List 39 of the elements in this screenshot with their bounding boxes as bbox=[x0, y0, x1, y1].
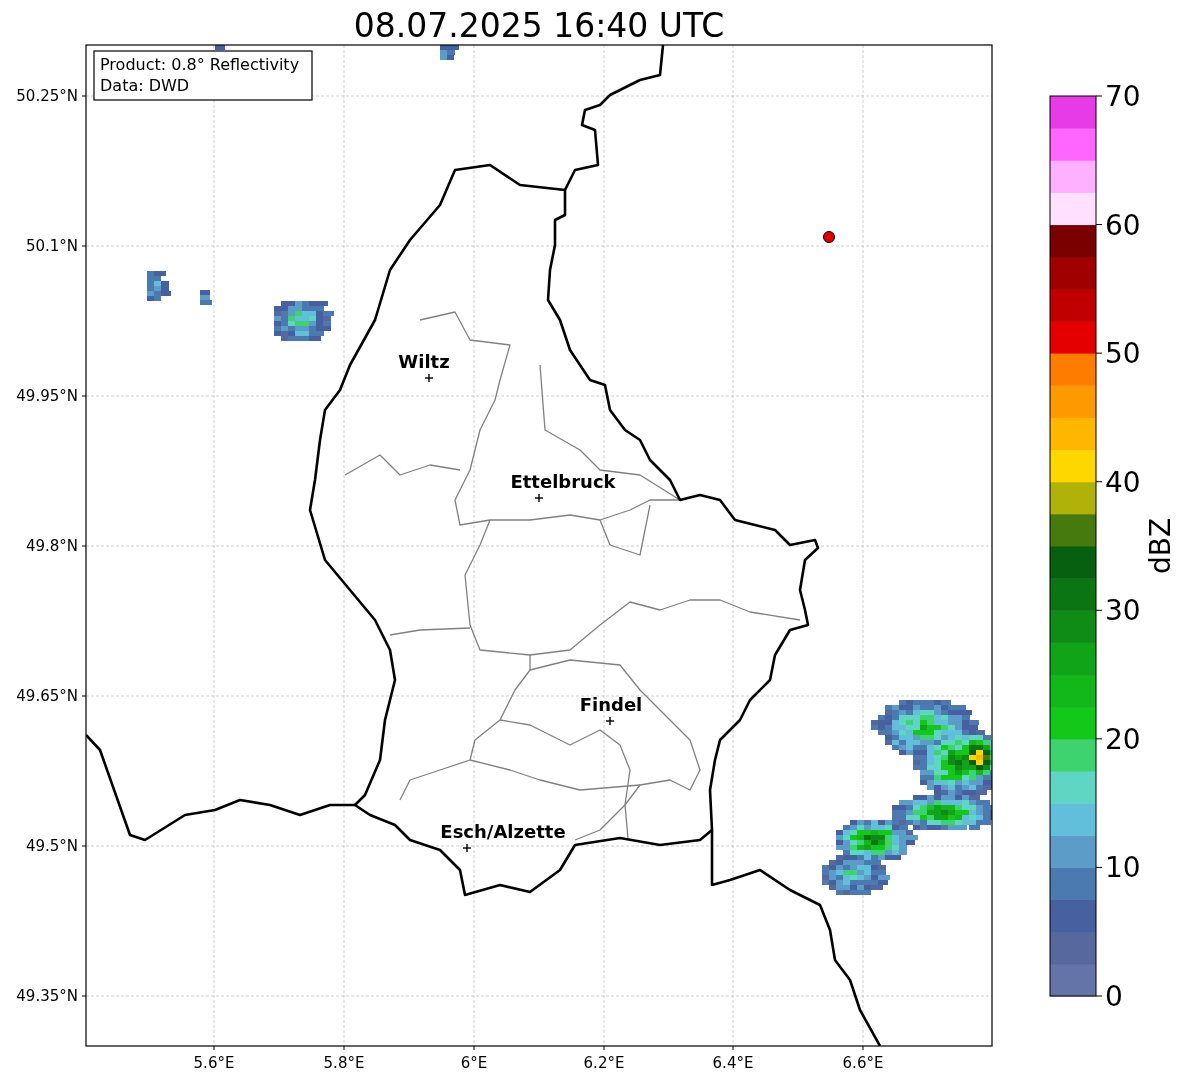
colorbar-tick-label: 60 bbox=[1105, 208, 1141, 242]
latitude-label: 49.65°N bbox=[16, 687, 78, 705]
latitude-label: 50.1°N bbox=[25, 237, 78, 255]
latitude-label: 49.5°N bbox=[25, 837, 78, 855]
city-label: Esch/Alzette bbox=[440, 821, 566, 842]
city-marker-icon bbox=[605, 716, 615, 726]
info-text: Data: DWD bbox=[100, 76, 190, 95]
city-marker-icon bbox=[534, 493, 544, 503]
city-marker-icon bbox=[424, 373, 434, 383]
colorbar-tick-label: 40 bbox=[1105, 465, 1141, 499]
latitude-label: 49.35°N bbox=[16, 987, 78, 1005]
colorbar-tick-label: 20 bbox=[1105, 722, 1141, 756]
colorbar-tick-label: 30 bbox=[1105, 594, 1141, 628]
location-marker-icon bbox=[823, 231, 835, 243]
longitude-label: 6°E bbox=[460, 1054, 488, 1072]
info-text: Product: 0.8° Reflectivity bbox=[100, 55, 300, 74]
longitude-label: 5.6°E bbox=[193, 1054, 235, 1072]
latitude-label: 49.95°N bbox=[16, 387, 78, 405]
latitude-label: 50.25°N bbox=[16, 87, 78, 105]
precipitation-drawing bbox=[215, 45, 225, 50]
colorbar-tick-label: 70 bbox=[1105, 80, 1141, 113]
city-label: Findel bbox=[579, 694, 643, 715]
city-label: Ettelbruck bbox=[510, 471, 616, 492]
colorbar-label: dBZ bbox=[1144, 517, 1177, 575]
longitude-label: 5.8°E bbox=[323, 1054, 365, 1072]
city-label: Wiltz bbox=[398, 351, 450, 372]
precipitation-drawing bbox=[147, 271, 171, 301]
precipitation-drawing bbox=[440, 45, 459, 60]
chart-title: 08.07.2025 16:40 UTC bbox=[353, 6, 725, 45]
longitude-label: 6.4°E bbox=[712, 1054, 754, 1072]
colorbar-tick-label: 0 bbox=[1105, 980, 1123, 1013]
latitude-label: 49.8°N bbox=[25, 537, 78, 555]
longitude-label: 6.6°E bbox=[842, 1054, 884, 1072]
colorbar-tick-label: 10 bbox=[1105, 851, 1141, 885]
precipitation-drawing bbox=[200, 290, 212, 305]
colorbar-tick-label: 50 bbox=[1105, 337, 1141, 371]
precipitation-drawing bbox=[274, 301, 334, 341]
longitude-label: 6.2°E bbox=[583, 1054, 625, 1072]
city-marker-icon bbox=[462, 843, 472, 853]
